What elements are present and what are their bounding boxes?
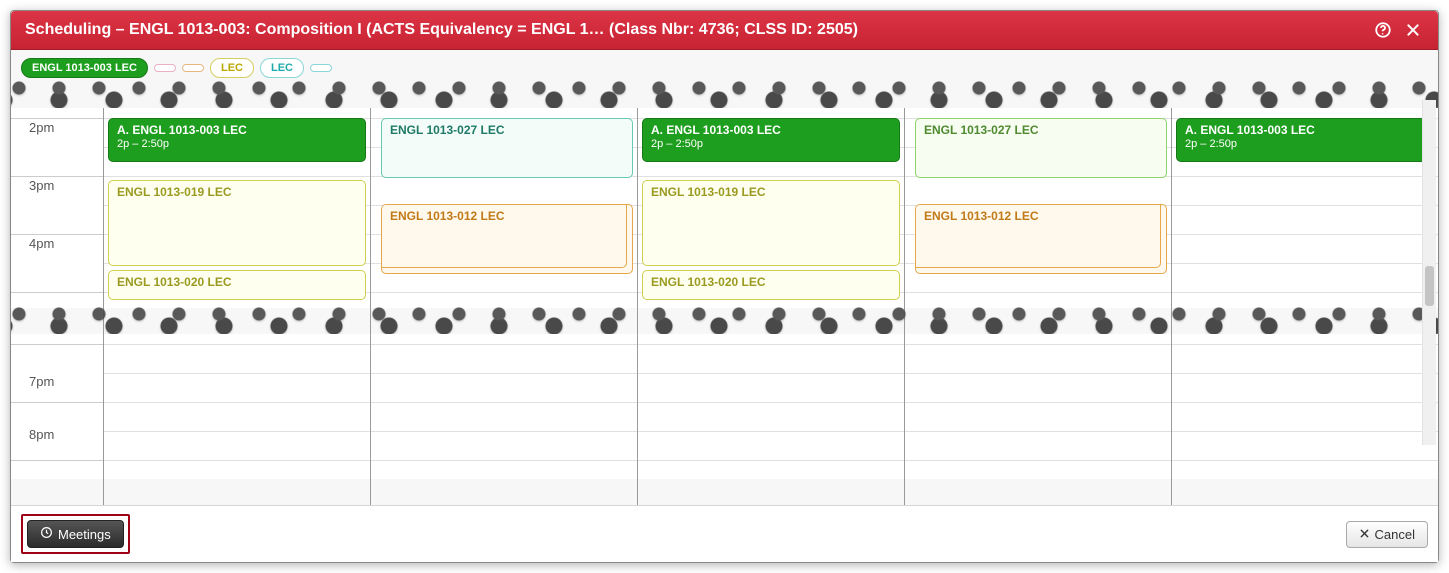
section-pill[interactable]: LEC bbox=[210, 58, 254, 78]
section-pill[interactable]: LEC bbox=[260, 58, 304, 78]
calendar-grid-upper: 2pm 3pm 4pm A. ENGL 1013-003 LEC2p – 2:5… bbox=[11, 108, 1438, 308]
time-label: 3pm bbox=[11, 176, 103, 234]
calendar-event[interactable]: A. ENGL 1013-003 LEC2p – 2:50p bbox=[642, 118, 900, 162]
clock-icon bbox=[40, 526, 53, 542]
scheduling-dialog: Scheduling – ENGL 1013-003: Composition … bbox=[10, 10, 1439, 563]
event-title: A. ENGL 1013-003 LEC bbox=[651, 123, 891, 138]
x-icon bbox=[1359, 527, 1370, 542]
scrollbar-track[interactable] bbox=[1422, 100, 1436, 445]
time-axis: 2pm 3pm 4pm bbox=[11, 108, 103, 308]
event-title: ENGL 1013-027 LEC bbox=[924, 123, 1158, 138]
meetings-button[interactable]: Meetings bbox=[27, 520, 124, 548]
calendar-event[interactable]: ENGL 1013-019 LEC bbox=[642, 180, 900, 266]
calendar-event[interactable]: A. ENGL 1013-003 LEC2p – 2:50p bbox=[1176, 118, 1434, 162]
torn-edge-decoration bbox=[11, 78, 1438, 112]
torn-edge-decoration bbox=[11, 304, 1438, 338]
section-pill[interactable] bbox=[182, 64, 204, 72]
section-pill[interactable] bbox=[154, 64, 176, 72]
dialog-footer: Meetings Cancel bbox=[11, 505, 1438, 562]
calendar-event[interactable]: ENGL 1013-020 LEC bbox=[108, 270, 366, 300]
day-columns bbox=[103, 334, 1438, 479]
event-title: ENGL 1013-020 LEC bbox=[117, 275, 357, 290]
event-title: ENGL 1013-027 LEC bbox=[390, 123, 624, 138]
day-column[interactable] bbox=[370, 334, 637, 505]
time-label: 4pm bbox=[11, 234, 103, 292]
meetings-button-label: Meetings bbox=[58, 527, 111, 542]
calendar-event[interactable]: ENGL 1013-019 LEC bbox=[108, 180, 366, 266]
calendar-event[interactable]: ENGL 1013-027 LEC bbox=[381, 118, 633, 178]
event-title: ENGL 1013-019 LEC bbox=[651, 185, 891, 200]
content-scroll[interactable]: ENGL 1013-003 LEC LEC LEC 2pm 3pm 4pm A.… bbox=[11, 50, 1438, 505]
event-title: A. ENGL 1013-003 LEC bbox=[117, 123, 357, 138]
calendar-event[interactable]: ENGL 1013-027 LEC bbox=[915, 118, 1167, 178]
day-column[interactable] bbox=[103, 334, 370, 505]
event-title: ENGL 1013-020 LEC bbox=[651, 275, 891, 290]
meetings-highlight: Meetings bbox=[21, 514, 130, 554]
day-column[interactable] bbox=[1171, 334, 1438, 505]
calendar-event[interactable]: A. ENGL 1013-003 LEC2p – 2:50p bbox=[108, 118, 366, 162]
dialog-content: ENGL 1013-003 LEC LEC LEC 2pm 3pm 4pm A.… bbox=[11, 50, 1438, 505]
event-title: A. ENGL 1013-003 LEC bbox=[1185, 123, 1425, 138]
time-label: 7pm bbox=[11, 372, 103, 426]
day-column[interactable] bbox=[637, 334, 904, 505]
scrollbar-thumb[interactable] bbox=[1425, 266, 1434, 306]
calendar-event[interactable]: ENGL 1013-012 LEC bbox=[915, 204, 1167, 274]
event-time: 2p – 2:50p bbox=[117, 138, 357, 152]
time-axis: 7pm 8pm bbox=[11, 334, 103, 479]
event-title: ENGL 1013-019 LEC bbox=[117, 185, 357, 200]
calendar-event[interactable]: ENGL 1013-012 LEC bbox=[381, 204, 633, 274]
section-pill[interactable] bbox=[310, 64, 332, 72]
section-pill[interactable]: ENGL 1013-003 LEC bbox=[21, 58, 148, 78]
event-title: ENGL 1013-012 LEC bbox=[924, 209, 1158, 224]
time-label: 8pm bbox=[11, 425, 103, 479]
day-columns: A. ENGL 1013-003 LEC2p – 2:50pENGL 1013-… bbox=[103, 108, 1438, 308]
cancel-button[interactable]: Cancel bbox=[1346, 521, 1428, 548]
close-icon[interactable] bbox=[1402, 19, 1424, 41]
cancel-button-label: Cancel bbox=[1375, 527, 1415, 542]
event-title: ENGL 1013-012 LEC bbox=[390, 209, 624, 224]
dialog-title: Scheduling – ENGL 1013-003: Composition … bbox=[25, 21, 1364, 39]
dialog-titlebar: Scheduling – ENGL 1013-003: Composition … bbox=[11, 11, 1438, 50]
day-column[interactable] bbox=[904, 334, 1171, 505]
time-label: 2pm bbox=[11, 118, 103, 176]
event-time: 2p – 2:50p bbox=[1185, 138, 1425, 152]
calendar-grid-lower: 7pm 8pm bbox=[11, 334, 1438, 479]
event-time: 2p – 2:50p bbox=[651, 138, 891, 152]
calendar-event[interactable]: ENGL 1013-020 LEC bbox=[642, 270, 900, 300]
help-icon[interactable] bbox=[1372, 19, 1394, 41]
